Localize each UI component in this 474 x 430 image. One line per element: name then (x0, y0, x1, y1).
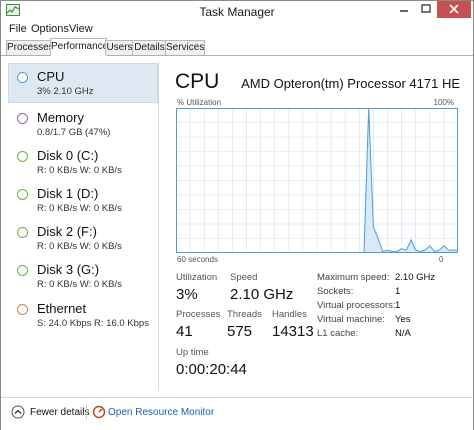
virtual-machine-key: Virtual machine: (317, 314, 385, 325)
disk-indicator-icon (17, 189, 28, 200)
sidebar-item-detail: R: 0 KB/s W: 0 KB/s (37, 203, 122, 214)
maximize-icon (421, 4, 431, 13)
virtual-machine-value: Yes (395, 314, 411, 325)
menu-file[interactable]: File (9, 23, 27, 35)
task-manager-window: Task Manager File Options View Processes… (0, 0, 474, 430)
graph-y-label: % Utilization (177, 98, 222, 107)
sidebar-item-memory[interactable]: Memory 0.8/1.7 GB (47%) (9, 105, 157, 143)
max-speed-value: 2.10 GHz (395, 272, 436, 283)
threads-label: Threads (227, 309, 262, 320)
handles-label: Handles (272, 309, 307, 320)
tab-processes[interactable]: Processes (6, 40, 54, 55)
sockets-value: 1 (395, 286, 401, 297)
sidebar-item-detail: S: 24.0 Kbps R: 16.0 Kbps (37, 318, 149, 329)
maximize-button[interactable] (415, 1, 437, 18)
processes-label: Processes (176, 309, 221, 320)
processes-value: 41 (176, 323, 193, 340)
sidebar-item-name: Memory (37, 110, 84, 125)
cpu-utilization-graph (176, 108, 458, 253)
graph-y-max-label: 100% (433, 98, 454, 107)
sidebar-item-detail: R: 0 KB/s W: 0 KB/s (37, 241, 122, 252)
speed-value: 2.10 GHz (230, 286, 294, 303)
footer-bar: Fewer details Open Resource Monitor (1, 397, 473, 430)
sidebar-item-detail: R: 0 KB/s W: 0 KB/s (37, 165, 122, 176)
speed-label: Speed (230, 272, 258, 283)
max-speed-key: Maximum speed: (317, 272, 390, 283)
cpu-detail-panel: CPU AMD Opteron(tm) Processor 4171 HE % … (166, 61, 466, 391)
close-icon (449, 4, 459, 14)
sidebar-item-detail: R: 0 KB/s W: 0 KB/s (37, 279, 122, 290)
resource-sidebar: CPU 3% 2.10 GHz Memory 0.8/1.7 GB (47%) … (6, 61, 159, 391)
sidebar-item-name: Ethernet (37, 301, 87, 316)
sidebar-item-name: Disk 1 (D:) (37, 186, 99, 201)
disk-indicator-icon (17, 227, 28, 238)
tab-details[interactable]: Details (132, 40, 167, 55)
tab-performance[interactable]: Performance (50, 38, 108, 56)
tab-services[interactable]: Services (165, 40, 205, 55)
footer-divider (86, 405, 87, 419)
tab-users[interactable]: Users (105, 40, 134, 55)
fewer-details-button[interactable]: Fewer details (30, 407, 89, 418)
ethernet-indicator-icon (17, 304, 28, 315)
chevron-up-circle-icon[interactable] (11, 405, 25, 419)
title-bar: Task Manager (1, 1, 473, 21)
close-button[interactable] (437, 1, 471, 18)
menu-options[interactable]: Options (31, 23, 69, 35)
sidebar-item-disk-3[interactable]: Disk 3 (G:) R: 0 KB/s W: 0 KB/s (9, 257, 157, 295)
sidebar-item-name: Disk 2 (F:) (37, 224, 97, 239)
graph-grid (176, 108, 458, 253)
cpu-indicator-icon (17, 72, 28, 83)
open-resource-monitor-link[interactable]: Open Resource Monitor (108, 407, 214, 418)
sidebar-item-detail: 3% 2.10 GHz (37, 86, 94, 97)
sidebar-item-name: Disk 3 (G:) (37, 262, 100, 277)
menu-view[interactable]: View (69, 23, 93, 35)
minimize-icon (400, 10, 408, 12)
page-title: CPU (175, 70, 220, 93)
minimize-button[interactable] (393, 1, 415, 18)
sidebar-item-detail: 0.8/1.7 GB (47%) (37, 127, 111, 138)
sidebar-item-cpu[interactable]: CPU 3% 2.10 GHz (8, 63, 158, 103)
sidebar-item-disk-0[interactable]: Disk 0 (C:) R: 0 KB/s W: 0 KB/s (9, 143, 157, 181)
tab-bar: Processes Performance Users Details Serv… (1, 38, 473, 56)
virtual-processors-key: Virtual processors: (317, 300, 396, 311)
sidebar-item-name: Disk 0 (C:) (37, 148, 99, 163)
disk-indicator-icon (17, 151, 28, 162)
disk-indicator-icon (17, 265, 28, 276)
uptime-value: 0:00:20:44 (176, 361, 247, 378)
sockets-key: Sockets: (317, 286, 354, 297)
utilization-label: Utilization (176, 272, 218, 283)
memory-indicator-icon (17, 113, 28, 124)
graph-x-label: 60 seconds (177, 255, 218, 264)
l1-cache-value: N/A (395, 328, 411, 339)
l1-cache-key: L1 cache: (317, 328, 359, 339)
uptime-label: Up time (176, 347, 209, 358)
handles-value: 14313 (272, 323, 314, 340)
sidebar-item-disk-2[interactable]: Disk 2 (F:) R: 0 KB/s W: 0 KB/s (9, 219, 157, 257)
sidebar-item-ethernet[interactable]: Ethernet S: 24.0 Kbps R: 16.0 Kbps (9, 296, 157, 334)
menu-bar: File Options View (1, 21, 473, 37)
cpu-model-name: AMD Opteron(tm) Processor 4171 HE (241, 76, 460, 91)
graph-x-min-label: 0 (439, 255, 444, 264)
sidebar-item-disk-1[interactable]: Disk 1 (D:) R: 0 KB/s W: 0 KB/s (9, 181, 157, 219)
utilization-value: 3% (176, 286, 198, 303)
resource-monitor-icon (92, 405, 106, 419)
sidebar-item-name: CPU (37, 69, 65, 84)
virtual-processors-value: 1 (395, 300, 401, 311)
threads-value: 575 (227, 323, 253, 340)
